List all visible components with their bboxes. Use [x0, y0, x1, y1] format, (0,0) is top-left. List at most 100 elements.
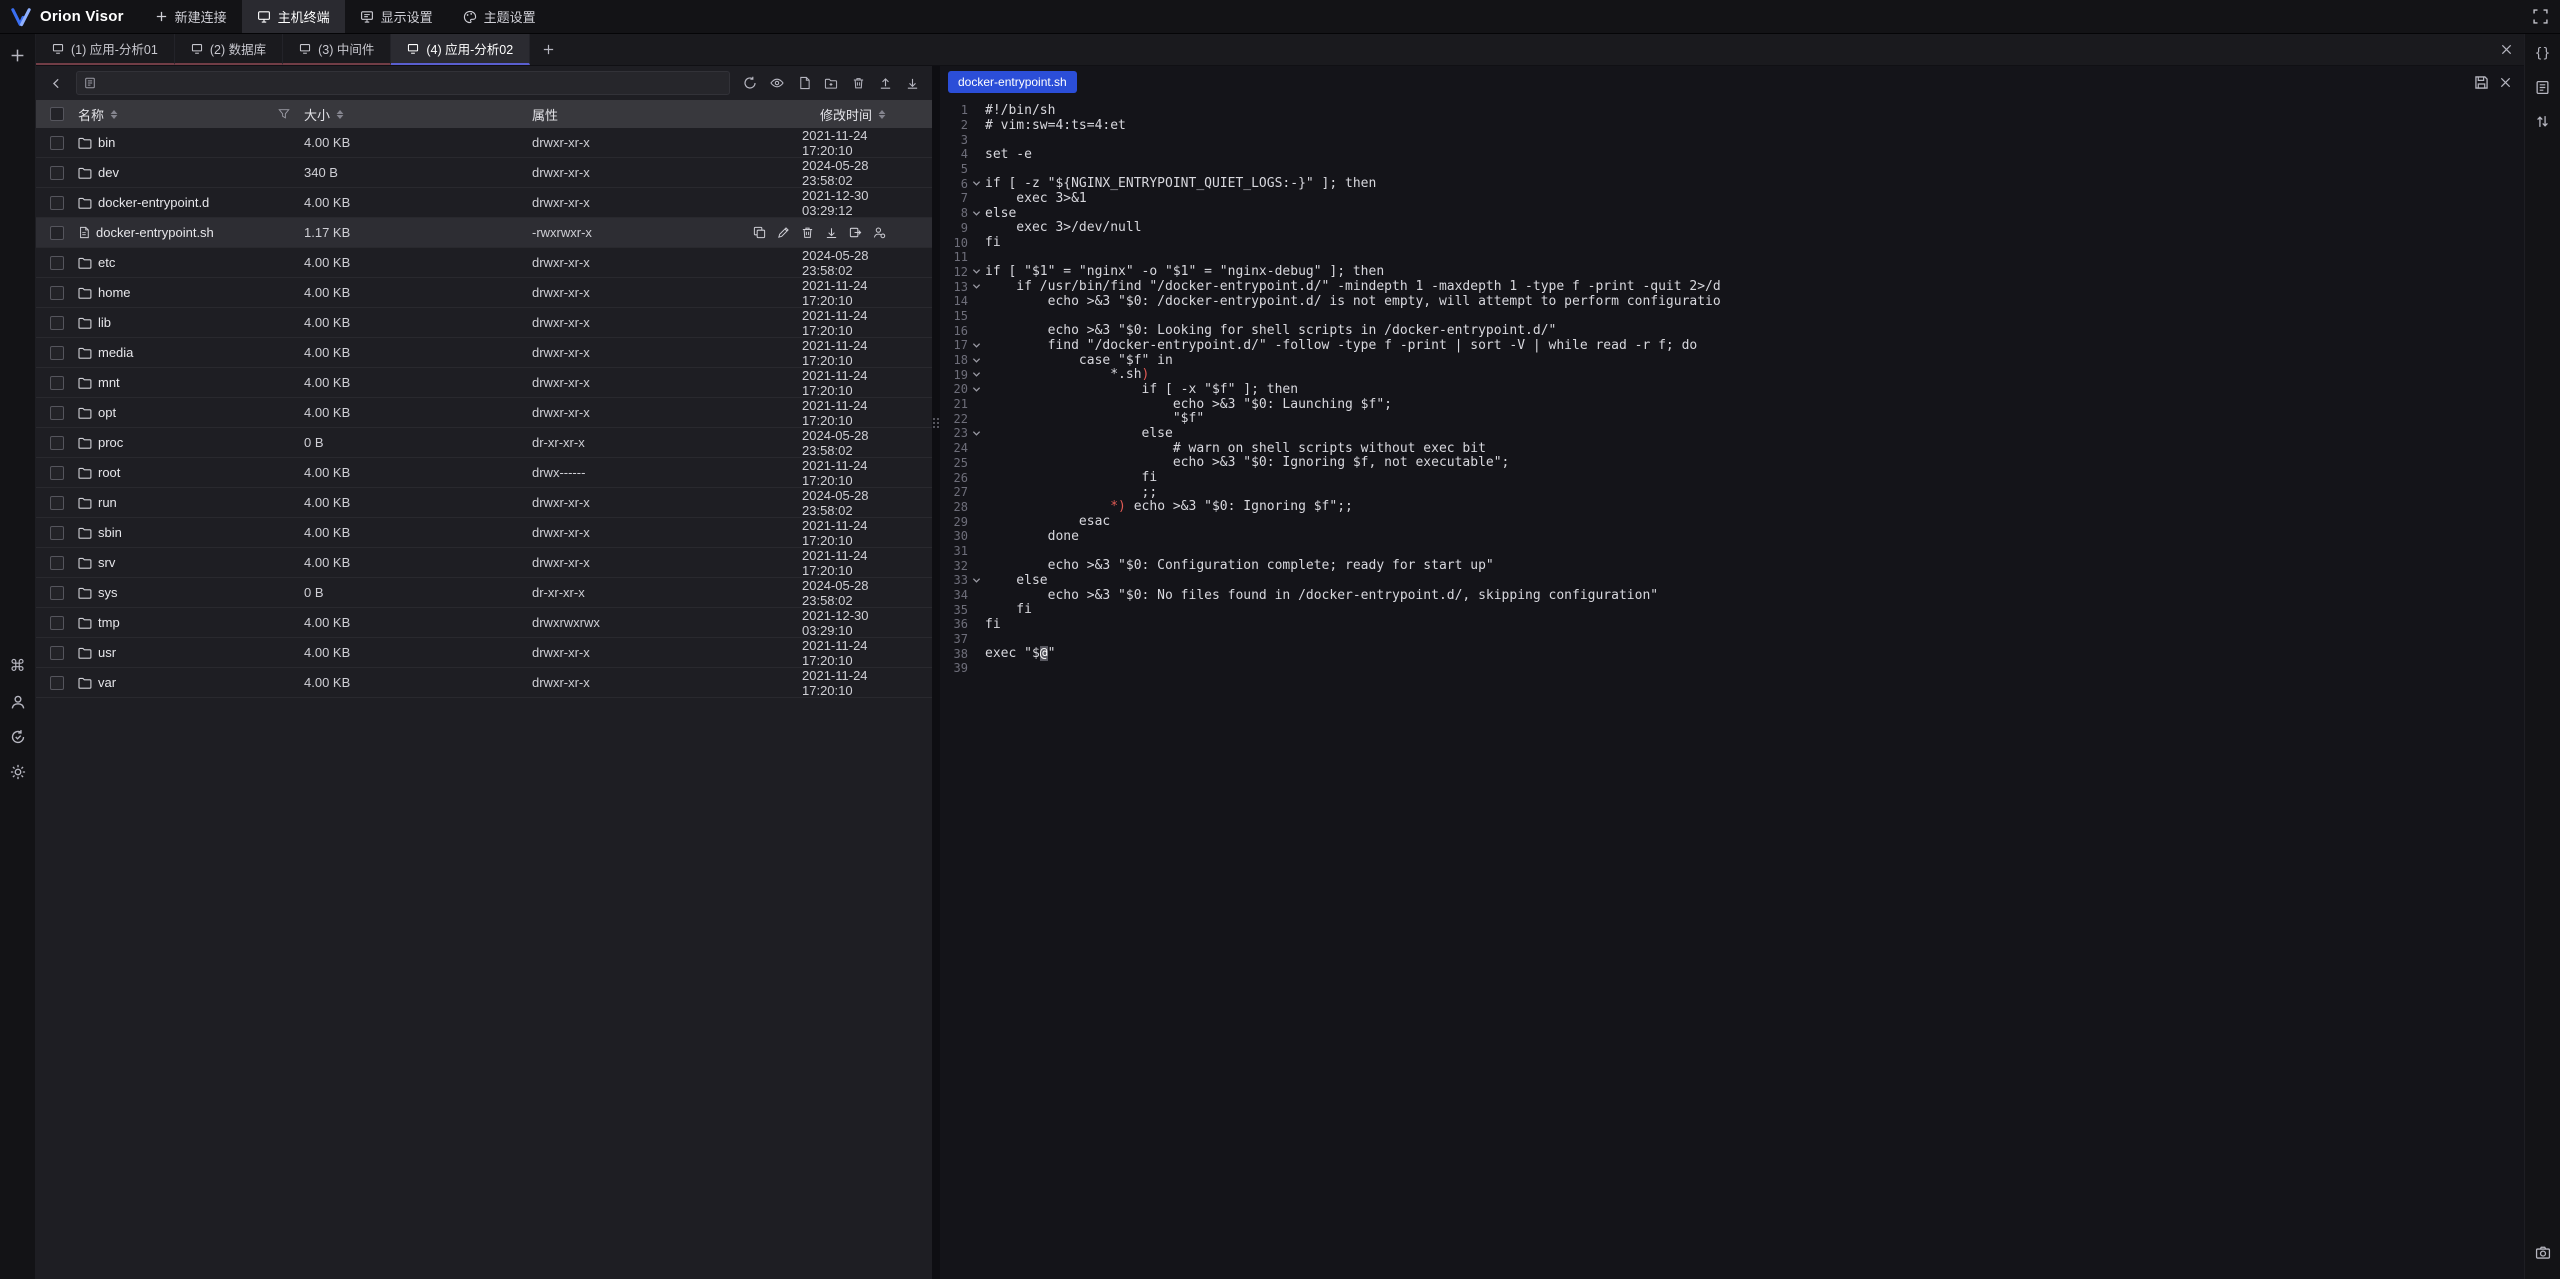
fold-chevron-icon[interactable] [968, 385, 985, 394]
row-checkbox[interactable] [50, 496, 64, 510]
menu-item-new-connection[interactable]: 新建连接 [140, 0, 242, 33]
row-checkbox[interactable] [50, 676, 64, 690]
session-tab-2[interactable]: (2) 数据库 [175, 34, 283, 65]
row-checkbox[interactable] [50, 526, 64, 540]
new-folder-icon[interactable] [819, 71, 843, 95]
file-name[interactable]: home [98, 285, 131, 300]
table-row[interactable]: media 4.00 KB drwxr-xr-x 2021-11-24 17:2… [36, 338, 932, 368]
fullscreen-icon[interactable] [2533, 9, 2548, 24]
trash-icon[interactable] [846, 71, 870, 95]
table-row[interactable]: etc 4.00 KB drwxr-xr-x 2024-05-28 23:58:… [36, 248, 932, 278]
row-checkbox[interactable] [50, 646, 64, 660]
fold-chevron-icon[interactable] [968, 282, 985, 291]
table-row[interactable]: docker-entrypoint.sh 1.17 KB -rwxrwxr-x [36, 218, 932, 248]
row-checkbox[interactable] [50, 226, 64, 240]
row-checkbox[interactable] [50, 316, 64, 330]
row-checkbox[interactable] [50, 436, 64, 450]
transfer-icon[interactable] [2530, 108, 2556, 134]
table-row[interactable]: usr 4.00 KB drwxr-xr-x 2021-11-24 17:20:… [36, 638, 932, 668]
fold-chevron-icon[interactable] [968, 341, 985, 350]
snippet-list-icon[interactable] [2530, 74, 2556, 100]
move-icon[interactable] [849, 226, 862, 239]
table-row[interactable]: home 4.00 KB drwxr-xr-x 2021-11-24 17:20… [36, 278, 932, 308]
menu-item-display-settings[interactable]: 显示设置 [345, 0, 448, 33]
close-icon[interactable] [2488, 34, 2524, 65]
download-icon[interactable] [900, 71, 924, 95]
delete-icon[interactable] [801, 226, 814, 239]
file-name[interactable]: docker-entrypoint.sh [96, 225, 214, 240]
menu-item-theme-settings[interactable]: 主题设置 [448, 0, 551, 33]
editor-file-tab[interactable]: docker-entrypoint.sh [948, 71, 1077, 93]
back-icon[interactable] [44, 71, 68, 95]
edit-icon[interactable] [777, 226, 790, 239]
table-row[interactable]: root 4.00 KB drwx------ 2021-11-24 17:20… [36, 458, 932, 488]
code-editor[interactable]: 1#!/bin/sh2# vim:sw=4:ts=4:et34set -e56i… [940, 98, 2524, 1279]
permission-icon[interactable] [873, 226, 886, 239]
path-bookmark-icon[interactable] [84, 77, 96, 89]
filter-funnel-icon[interactable] [278, 108, 290, 120]
file-name[interactable]: docker-entrypoint.d [98, 195, 209, 210]
row-checkbox[interactable] [50, 556, 64, 570]
file-name[interactable]: sbin [98, 525, 122, 540]
panel-splitter[interactable] [932, 66, 940, 1279]
table-row[interactable]: docker-entrypoint.d 4.00 KB drwxr-xr-x 2… [36, 188, 932, 218]
row-checkbox[interactable] [50, 376, 64, 390]
sort-size-icon[interactable] [336, 110, 344, 119]
fold-chevron-icon[interactable] [968, 267, 985, 276]
table-row[interactable]: dev 340 B drwxr-xr-x 2024-05-28 23:58:02 [36, 158, 932, 188]
fold-chevron-icon[interactable] [968, 576, 985, 585]
file-name[interactable]: tmp [98, 615, 120, 630]
menu-item-host-terminal[interactable]: 主机终端 [242, 0, 345, 33]
table-row[interactable]: sbin 4.00 KB drwxr-xr-x 2021-11-24 17:20… [36, 518, 932, 548]
session-tab-4[interactable]: (4) 应用-分析02 [391, 34, 530, 65]
table-row[interactable]: sys 0 B dr-xr-xr-x 2024-05-28 23:58:02 [36, 578, 932, 608]
row-checkbox[interactable] [50, 616, 64, 630]
add-tab-icon[interactable] [530, 34, 566, 65]
table-row[interactable]: var 4.00 KB drwxr-xr-x 2021-11-24 17:20:… [36, 668, 932, 698]
fold-chevron-icon[interactable] [968, 179, 985, 188]
row-checkbox[interactable] [50, 166, 64, 180]
file-name[interactable]: sys [98, 585, 118, 600]
file-name[interactable]: run [98, 495, 117, 510]
row-checkbox[interactable] [50, 466, 64, 480]
row-checkbox[interactable] [50, 196, 64, 210]
braces-icon[interactable]: {} [2530, 40, 2556, 66]
row-checkbox[interactable] [50, 346, 64, 360]
table-row[interactable]: opt 4.00 KB drwxr-xr-x 2021-11-24 17:20:… [36, 398, 932, 428]
file-name[interactable]: srv [98, 555, 115, 570]
file-name[interactable]: usr [98, 645, 116, 660]
file-name[interactable]: lib [98, 315, 111, 330]
sort-mtime-icon[interactable] [878, 110, 886, 119]
row-checkbox[interactable] [50, 286, 64, 300]
new-file-icon[interactable] [792, 71, 816, 95]
row-checkbox[interactable] [50, 136, 64, 150]
file-name[interactable]: proc [98, 435, 123, 450]
user-icon[interactable] [5, 689, 31, 715]
session-tab-3[interactable]: (3) 中间件 [283, 34, 391, 65]
close-icon[interactable] [2499, 76, 2512, 89]
row-checkbox[interactable] [50, 256, 64, 270]
settings-gear-icon[interactable] [5, 759, 31, 785]
table-row[interactable]: lib 4.00 KB drwxr-xr-x 2021-11-24 17:20:… [36, 308, 932, 338]
eye-icon[interactable] [765, 71, 789, 95]
row-checkbox[interactable] [50, 586, 64, 600]
command-icon[interactable]: ⌘ [5, 654, 31, 680]
fold-chevron-icon[interactable] [968, 370, 985, 379]
select-all-checkbox[interactable] [50, 107, 64, 121]
table-row[interactable]: run 4.00 KB drwxr-xr-x 2024-05-28 23:58:… [36, 488, 932, 518]
row-checkbox[interactable] [50, 406, 64, 420]
table-row[interactable]: mnt 4.00 KB drwxr-xr-x 2021-11-24 17:20:… [36, 368, 932, 398]
file-name[interactable]: media [98, 345, 133, 360]
save-icon[interactable] [2474, 75, 2489, 90]
download-icon[interactable] [825, 226, 838, 239]
copy-icon[interactable] [753, 226, 766, 239]
camera-icon[interactable] [2530, 1239, 2556, 1265]
file-name[interactable]: bin [98, 135, 115, 150]
fold-chevron-icon[interactable] [968, 209, 985, 218]
path-input[interactable] [102, 76, 722, 90]
session-tab-1[interactable]: (1) 应用-分析01 [36, 34, 175, 65]
refresh-icon[interactable] [738, 71, 762, 95]
table-row[interactable]: tmp 4.00 KB drwxrwxrwx 2021-12-30 03:29:… [36, 608, 932, 638]
sort-name-icon[interactable] [110, 110, 118, 119]
table-row[interactable]: proc 0 B dr-xr-xr-x 2024-05-28 23:58:02 [36, 428, 932, 458]
